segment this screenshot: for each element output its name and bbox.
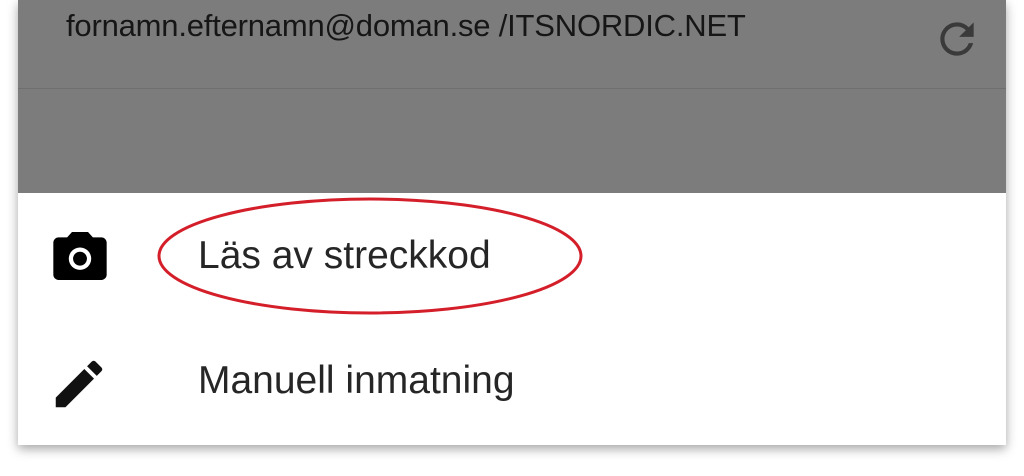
refresh-icon[interactable] (932, 14, 982, 64)
pencil-icon (48, 353, 112, 417)
account-label: fornamn.efternamn@doman.se /ITSNORDIC.NE… (66, 8, 746, 43)
manual-entry-label: Manuell inmatning (198, 359, 515, 402)
scan-barcode-item[interactable]: Läs av streckkod (18, 193, 1006, 319)
account-row: fornamn.efternamn@doman.se /ITSNORDIC.NE… (18, 0, 1006, 89)
manual-entry-item[interactable]: Manuell inmatning (18, 319, 1006, 445)
action-sheet: Läs av streckkod Manuell inmatning (18, 193, 1006, 445)
camera-icon (48, 224, 112, 288)
scan-barcode-label: Läs av streckkod (198, 234, 491, 277)
app-header: fornamn.efternamn@doman.se /ITSNORDIC.NE… (18, 0, 1006, 193)
app-window: fornamn.efternamn@doman.se /ITSNORDIC.NE… (18, 0, 1006, 445)
